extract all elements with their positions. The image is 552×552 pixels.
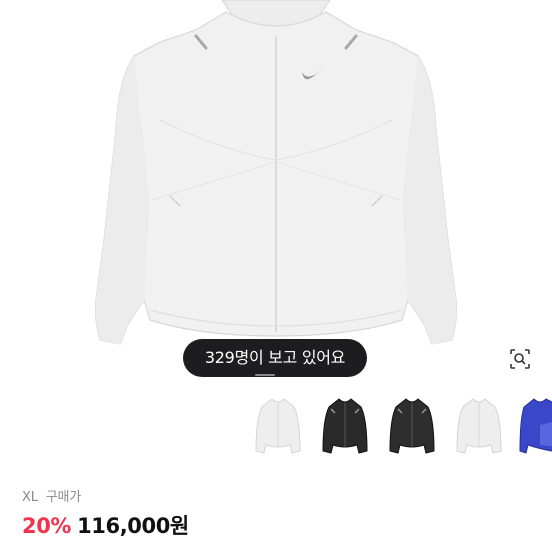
viewer-count-badge: 329명이 보고 있어요 — [183, 339, 367, 377]
purchase-price-label: 구매가 — [45, 490, 82, 505]
price-value: 116,000원 — [77, 514, 189, 538]
size-purchase-line: XL 구매가 — [22, 486, 81, 505]
jacket-illustration — [94, 0, 458, 345]
variant-thumbnail-white[interactable] — [250, 395, 306, 459]
size-label: XL — [22, 490, 38, 505]
color-variant-thumbnails — [250, 395, 552, 470]
variant-thumbnail-black[interactable] — [317, 395, 373, 459]
discount-rate: 20% — [22, 514, 72, 538]
variant-thumbnail-white-alt[interactable] — [451, 395, 507, 459]
image-search-button[interactable] — [502, 341, 538, 377]
image-search-icon — [510, 349, 530, 369]
image-indicator — [255, 374, 275, 376]
variant-thumbnail-black-alt[interactable] — [384, 395, 440, 459]
variant-thumbnail-blue[interactable] — [518, 395, 552, 459]
price-line: 20% 116,000원 — [22, 510, 189, 540]
product-image[interactable]: 329명이 보고 있어요 — [0, 0, 552, 395]
